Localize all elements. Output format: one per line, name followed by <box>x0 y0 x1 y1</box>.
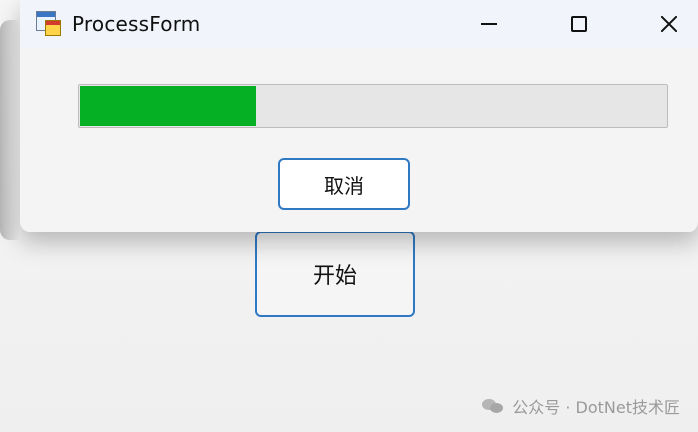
app-icon-window-2 <box>45 20 61 36</box>
window-title: ProcessForm <box>72 12 201 36</box>
close-button[interactable] <box>625 0 698 48</box>
start-button-label: 开始 <box>312 264 357 289</box>
wechat-bubble-2 <box>490 403 504 413</box>
maximize-icon <box>571 16 587 32</box>
start-button[interactable]: 开始 <box>255 231 415 317</box>
process-form-dialog: ProcessForm 取消 <box>20 0 698 232</box>
watermark-text: 公众号 · DotNet技术匠 <box>512 398 680 417</box>
title-bar[interactable]: ProcessForm <box>20 0 698 48</box>
progress-fill <box>80 86 256 126</box>
background-window-edge <box>0 20 20 240</box>
app-icon <box>36 11 62 37</box>
dialog-content: 取消 <box>20 48 698 232</box>
cancel-button-label: 取消 <box>324 173 364 198</box>
minimize-button[interactable] <box>445 0 533 48</box>
maximize-button[interactable] <box>535 0 623 48</box>
close-icon <box>660 15 678 33</box>
cancel-button[interactable]: 取消 <box>278 158 410 210</box>
watermark: 公众号 · DotNet技术匠 <box>482 394 680 418</box>
minimize-icon <box>481 23 497 25</box>
progress-bar <box>78 84 668 128</box>
wechat-icon <box>482 397 504 415</box>
